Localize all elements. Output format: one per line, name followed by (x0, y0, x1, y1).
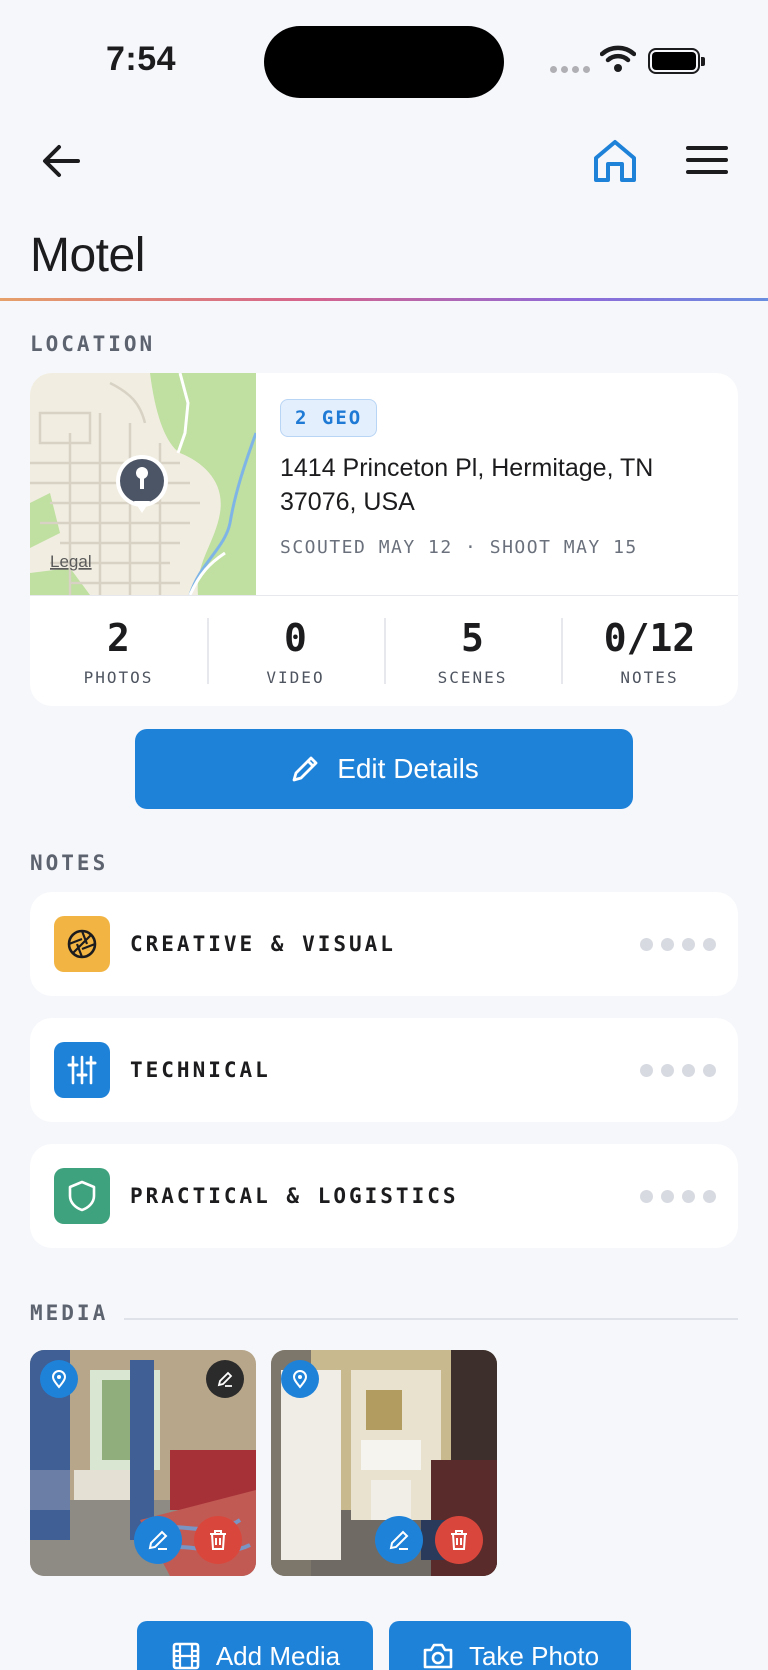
location-section-label: LOCATION (30, 332, 156, 356)
location-dates: SCOUTED MAY 12 · SHOOT MAY 15 (280, 537, 638, 558)
location-card: Legal 2 GEO 1414 Princeton Pl, Hermitage… (30, 373, 738, 706)
take-photo-button[interactable]: Take Photo (389, 1621, 631, 1670)
delete-media-button[interactable] (435, 1516, 483, 1564)
media-thumbnail-2[interactable] (271, 1350, 497, 1576)
stat-value: 0/12 (603, 615, 696, 660)
film-icon (172, 1642, 200, 1670)
add-media-button[interactable]: Add Media (137, 1621, 373, 1670)
media-thumbnail-1[interactable] (30, 1350, 256, 1576)
edit-details-button[interactable]: Edit Details (135, 729, 633, 809)
wifi-icon (600, 45, 636, 72)
stat-label: SCENES (437, 667, 508, 687)
camera-icon (423, 1643, 453, 1669)
location-pin-icon (281, 1360, 319, 1398)
map-legal-link[interactable]: Legal (50, 552, 92, 571)
progress-dots (640, 1190, 716, 1203)
edit-details-label: Edit Details (337, 753, 479, 784)
stat-value: 5 (461, 615, 484, 660)
stat-label: VIDEO (266, 667, 325, 687)
add-media-label: Add Media (215, 1640, 341, 1670)
stat-label: PHOTOS (83, 667, 154, 687)
location-info: 2 GEO 1414 Princeton Pl, Hermitage, TN 3… (280, 399, 718, 558)
edit-media-button[interactable] (134, 1516, 182, 1564)
location-map[interactable]: Legal (30, 373, 256, 595)
hamburger-menu-icon[interactable] (684, 140, 730, 180)
location-address: 1414 Princeton Pl, Hermitage, TN 37076, … (280, 454, 654, 516)
progress-dots (640, 938, 716, 951)
delete-media-button[interactable] (194, 1516, 242, 1564)
home-icon[interactable] (590, 136, 640, 186)
sliders-icon (54, 1042, 110, 1098)
notes-section-label: NOTES (30, 851, 109, 875)
aperture-icon (54, 916, 110, 972)
pencil-icon (292, 756, 318, 782)
note-title: PRACTICAL & LOGISTICS (130, 1184, 459, 1208)
progress-dots (640, 1064, 716, 1077)
status-bar: 7:54 (0, 0, 768, 120)
stat-scenes: 5 SCENES (384, 596, 561, 706)
take-photo-label: Take Photo (468, 1640, 600, 1670)
stat-value: 0 (284, 615, 307, 660)
location-pin-icon (40, 1360, 78, 1398)
edit-media-button[interactable] (375, 1516, 423, 1564)
nav-bar (0, 130, 768, 190)
battery-icon (648, 48, 705, 74)
stat-notes: 0/12 NOTES (561, 596, 738, 706)
note-practical-logistics[interactable]: PRACTICAL & LOGISTICS (30, 1144, 738, 1248)
stat-video: 0 VIDEO (207, 596, 384, 706)
shield-icon (54, 1168, 110, 1224)
stat-value: 2 (107, 615, 130, 660)
edit-caption-icon[interactable] (206, 1360, 244, 1398)
page-title: Motel (30, 229, 145, 282)
media-section-label: MEDIA (30, 1301, 109, 1325)
note-technical[interactable]: TECHNICAL (30, 1018, 738, 1122)
location-stats: 2 PHOTOS 0 VIDEO 5 SCENES 0/12 NOTES (30, 595, 738, 706)
note-title: CREATIVE & VISUAL (130, 932, 396, 956)
cellular-signal-icon (550, 66, 590, 73)
status-time: 7:54 (106, 40, 177, 78)
media-divider (124, 1318, 738, 1320)
note-creative-visual[interactable]: CREATIVE & VISUAL (30, 892, 738, 996)
back-arrow-icon[interactable] (38, 138, 84, 184)
dynamic-island (264, 26, 504, 98)
note-title: TECHNICAL (130, 1058, 271, 1082)
stat-label: NOTES (620, 667, 679, 687)
title-divider (0, 298, 768, 301)
stat-photos: 2 PHOTOS (30, 596, 207, 706)
geo-badge: 2 GEO (280, 399, 378, 437)
